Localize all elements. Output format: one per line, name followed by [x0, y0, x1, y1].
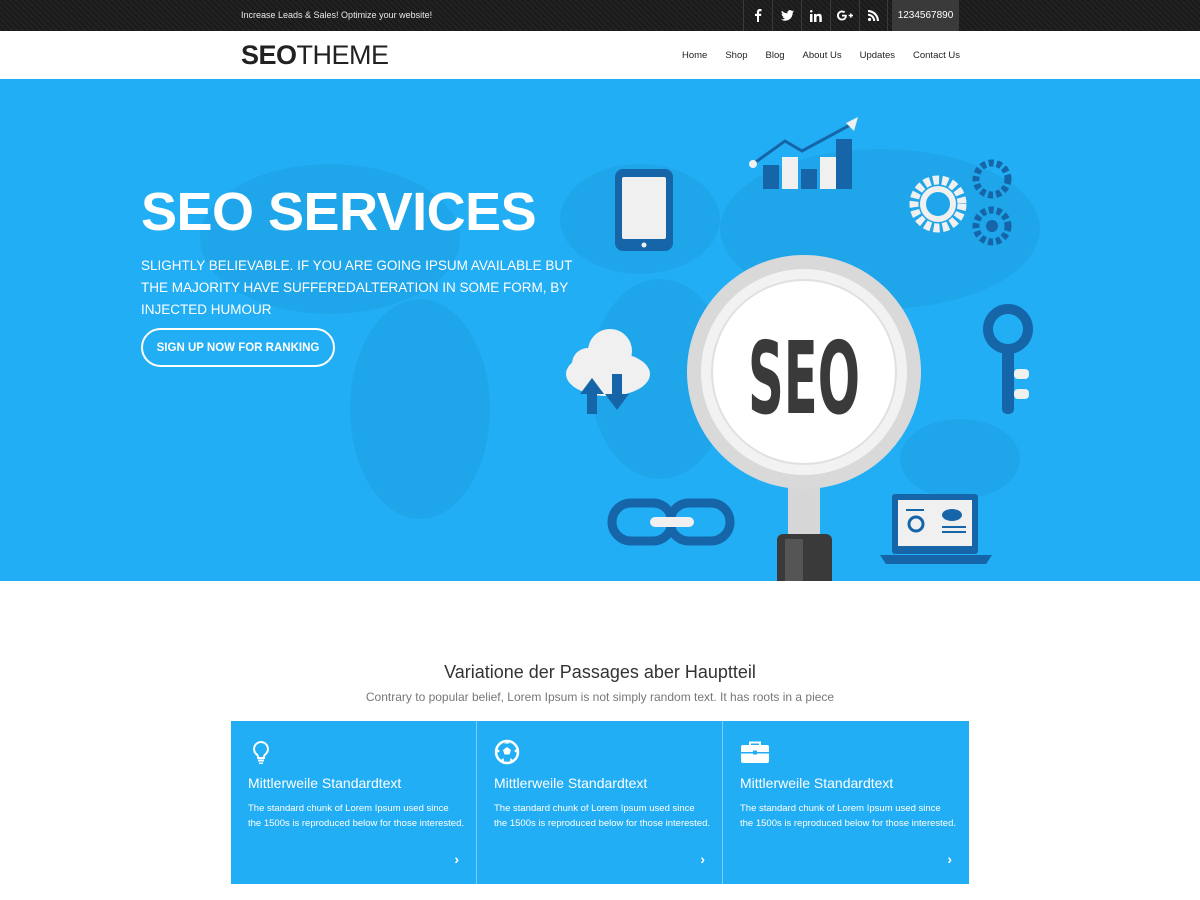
logo-light: THEME — [296, 40, 390, 70]
site-header: SEOTHEME Home Shop Blog About Us Updates… — [0, 31, 1200, 79]
rss-icon[interactable] — [859, 0, 888, 31]
google-plus-icon[interactable] — [830, 0, 859, 31]
tablet-icon — [615, 169, 673, 251]
card-title: Mittlerweile Standardtext — [494, 775, 648, 791]
chevron-right-icon[interactable]: › — [454, 851, 459, 867]
site-logo[interactable]: SEOTHEME — [241, 40, 389, 71]
lightbulb-icon — [253, 740, 269, 764]
section-title: Variatione der Passages aber Hauptteil — [444, 662, 756, 682]
nav-home[interactable]: Home — [682, 50, 707, 61]
hero-subtitle: Slightly believable. If you are going ip… — [141, 258, 573, 317]
chevron-right-icon[interactable]: › — [700, 851, 705, 867]
feature-card[interactable]: Mittlerweile Standardtext The standard c… — [723, 721, 969, 884]
gears-icon — [909, 159, 1012, 246]
nav-updates[interactable]: Updates — [860, 50, 895, 61]
tagline: Increase Leads & Sales! Optimize your we… — [241, 10, 433, 20]
hero-title: SEO SERVICES — [141, 182, 537, 242]
linkedin-icon[interactable] — [801, 0, 830, 31]
card-text: The standard chunk of Lorem Ipsum used s… — [494, 803, 710, 829]
nav-about-us[interactable]: About Us — [803, 50, 842, 61]
logo-bold: SEO — [241, 40, 297, 70]
nav-contact-us[interactable]: Contact Us — [913, 50, 960, 61]
seo-illustration: SEO — [566, 117, 1033, 581]
twitter-icon[interactable] — [772, 0, 801, 31]
hero-banner: SEO SERVICES Slightly believable. If you… — [0, 79, 1200, 581]
magnifier-label: SEO — [748, 320, 860, 437]
chevron-right-icon[interactable]: › — [947, 851, 952, 867]
phone-number[interactable]: 1234567890 — [892, 0, 959, 31]
social-links — [743, 0, 888, 31]
key-icon — [983, 304, 1033, 414]
briefcase-icon — [741, 741, 769, 763]
laptop-icon — [880, 494, 992, 564]
feature-cards: Mittlerweile Standardtext The standard c… — [231, 721, 969, 884]
nav-shop[interactable]: Shop — [725, 50, 747, 61]
card-title: Mittlerweile Standardtext — [248, 775, 402, 791]
facebook-icon[interactable] — [743, 0, 772, 31]
card-text: The standard chunk of Lorem Ipsum used s… — [248, 803, 464, 829]
nav-blog[interactable]: Blog — [766, 50, 785, 61]
signup-ranking-button[interactable]: SIGN UP NOW FOR RANKING — [141, 328, 335, 367]
cloud-upload-icon — [566, 329, 650, 414]
feature-card[interactable]: Mittlerweile Standardtext The standard c… — [477, 721, 723, 884]
main-nav: Home Shop Blog About Us Updates Contact … — [664, 50, 960, 61]
section-subtitle: Contrary to popular belief, Lorem Ipsum … — [365, 690, 835, 704]
card-title: Mittlerweile Standardtext — [740, 775, 894, 791]
feature-card[interactable]: Mittlerweile Standardtext The standard c… — [231, 721, 477, 884]
soccer-ball-icon — [494, 739, 520, 765]
card-text: The standard chunk of Lorem Ipsum used s… — [740, 803, 956, 829]
bar-chart-icon — [749, 117, 858, 189]
chain-link-icon — [607, 498, 735, 546]
top-bar: Increase Leads & Sales! Optimize your we… — [0, 0, 1200, 31]
